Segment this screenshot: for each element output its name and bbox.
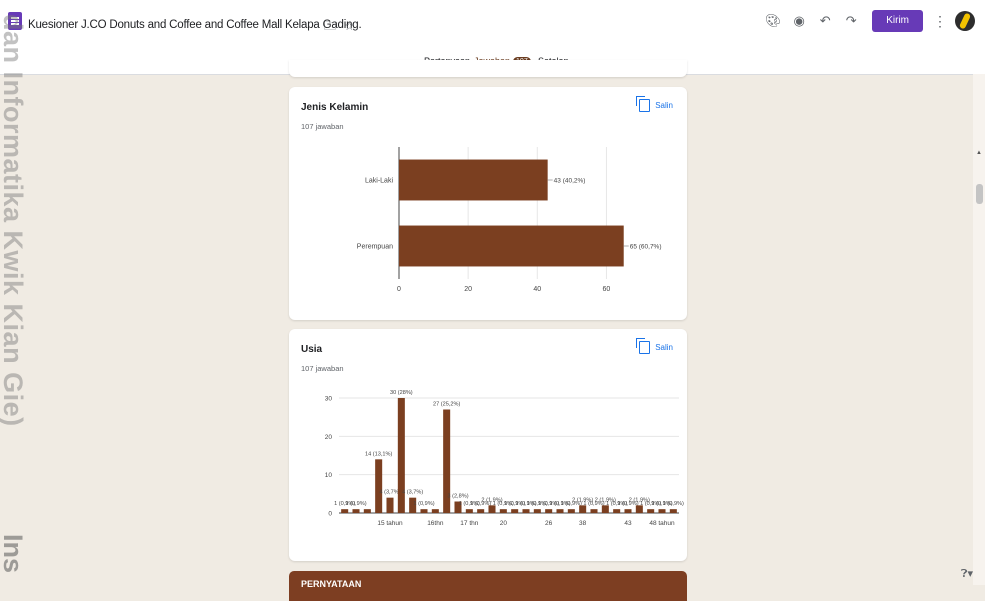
- bar: [556, 509, 564, 513]
- bar: [499, 509, 507, 513]
- watermark: dan Informatika Kwik Kian Gie) Ins: [0, 6, 32, 576]
- bar: [477, 509, 485, 513]
- bar: [522, 509, 530, 513]
- bar: [363, 509, 371, 513]
- category-label: Perempuan: [357, 244, 393, 251]
- y-tick-label: 30: [325, 396, 333, 403]
- bar: [399, 225, 624, 267]
- y-tick-label: 20: [325, 434, 333, 441]
- x-tick-label: 20: [464, 286, 472, 293]
- category-label: Laki-Laki: [365, 178, 393, 185]
- x-tick-label: 0: [397, 286, 401, 293]
- bar: [658, 509, 666, 513]
- redo-icon[interactable]: ↷: [840, 10, 862, 32]
- data-label: 65 (60,7%): [630, 244, 662, 251]
- y-tick-label: 10: [325, 472, 333, 479]
- bar: [341, 509, 349, 513]
- bar: [545, 509, 553, 513]
- scroll-up-arrow-icon[interactable]: ▲: [976, 150, 982, 156]
- forms-app-icon[interactable]: [8, 12, 22, 30]
- bar: [465, 509, 473, 513]
- x-tick-label: 40: [533, 286, 541, 293]
- preview-eye-icon[interactable]: ◉: [788, 10, 810, 32]
- x-tick-label: 38: [579, 520, 587, 527]
- bar: [590, 509, 598, 513]
- x-tick-label: 16thn: [427, 520, 444, 527]
- bar: [386, 497, 394, 513]
- bar: [397, 398, 405, 513]
- bar: [533, 509, 541, 513]
- y-tick-label: 0: [328, 511, 332, 518]
- bar: [624, 509, 632, 513]
- bar: [613, 509, 621, 513]
- bar: [420, 509, 428, 513]
- data-label: 1 (0,9%): [345, 501, 366, 507]
- x-tick-label: 43: [624, 520, 632, 527]
- x-tick-label: 15 tahun: [377, 520, 403, 527]
- palette-icon[interactable]: 🎨︎: [762, 10, 784, 32]
- data-label: 1 (0,9%): [413, 501, 434, 507]
- more-vert-icon[interactable]: ⋮: [933, 13, 947, 30]
- x-tick-label: 20: [500, 520, 508, 527]
- bar: [669, 509, 677, 513]
- gender-bar-chart: 0 20 40 60 Laki-Laki 43 (40,2%) Perempuan 65 (6…: [357, 147, 662, 293]
- previous-question-card: [289, 60, 687, 77]
- help-icon[interactable]: ❓︎▾: [961, 567, 973, 581]
- x-tick-label: 26: [545, 520, 553, 527]
- question-card-gender: Jenis Kelamin 107 jawaban Salin 0 20 40 60 L…: [289, 87, 687, 320]
- data-label: 1 (0,9%): [663, 501, 684, 507]
- bar: [352, 509, 360, 513]
- section-title: PERNYATAAN: [301, 579, 362, 589]
- data-label: 14 (13,1%): [365, 451, 392, 457]
- scroll-thumb[interactable]: [976, 184, 983, 204]
- top-right-actions: 🎨︎ ◉ ↶ ↷ Kirim ⋮: [762, 8, 975, 34]
- data-label: 4 (3,7%): [379, 490, 400, 496]
- x-tick-label: 60: [603, 286, 611, 293]
- bar: [647, 509, 655, 513]
- watermark-text: dan Informatika Kwik Kian Gie): [0, 14, 28, 427]
- question-card-age: Usia 107 jawaban Salin 0 10 20 30 1 (0,9%) 1 …: [289, 329, 687, 561]
- x-tick-label: 48 tahun: [649, 520, 675, 527]
- data-label: 43 (40,2%): [554, 178, 586, 185]
- data-label: 4 (3,7%): [402, 490, 423, 496]
- bar: [567, 509, 575, 513]
- folder-icon[interactable]: 🗀: [324, 19, 336, 33]
- data-label: 30 (28%): [390, 390, 413, 396]
- page-scrollbar[interactable]: ▲: [973, 74, 985, 585]
- bar: [431, 509, 439, 513]
- document-title[interactable]: Kuesioner J.CO Donuts and Coffee and Cof…: [28, 19, 362, 31]
- bar: [375, 459, 383, 513]
- data-label: 3 (2,8%): [447, 494, 468, 500]
- send-button[interactable]: Kirim: [872, 10, 923, 32]
- bar: [399, 159, 548, 201]
- avatar[interactable]: [955, 11, 975, 31]
- statement-section-header: PERNYATAAN: [289, 571, 687, 601]
- watermark-text-2: Ins: [0, 534, 28, 574]
- data-label: 27 (25,2%): [433, 402, 460, 408]
- title-icons: 🗀 ☆: [324, 17, 363, 38]
- undo-icon[interactable]: ↶: [814, 10, 836, 32]
- bar: [511, 509, 519, 513]
- star-icon[interactable]: ☆: [344, 19, 355, 33]
- age-bar-chart: 0 10 20 30 1 (0,9%) 1 (0,9%) 14 (13,1%) 4 (3,7%…: [325, 390, 684, 527]
- x-tick-label: 17 thn: [460, 520, 478, 527]
